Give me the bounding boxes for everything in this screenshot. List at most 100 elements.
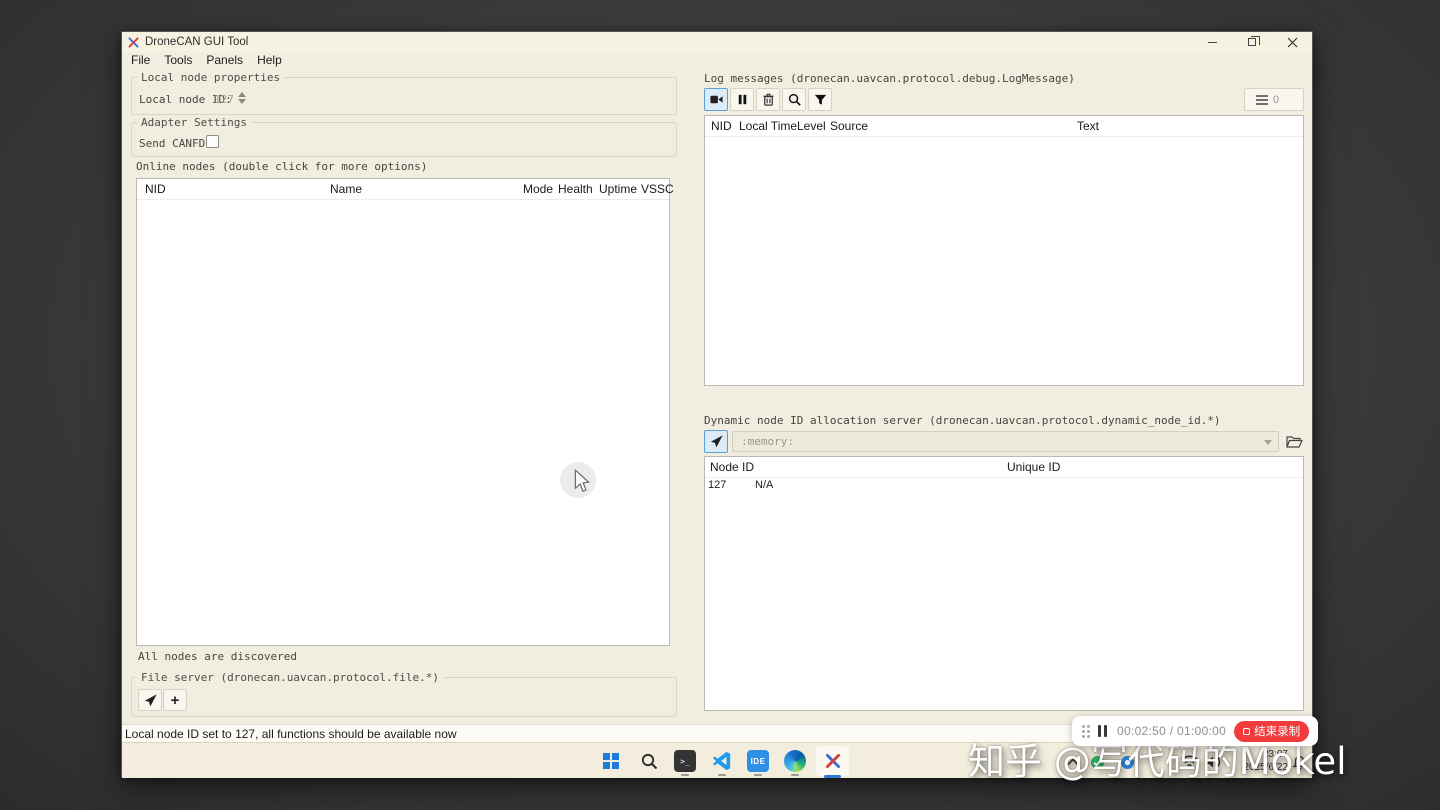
local-node-id-value: 127 <box>214 93 234 106</box>
folder-open-icon <box>1285 436 1303 448</box>
log-counter-value: 0 <box>1273 93 1280 106</box>
col-uptime: Uptime <box>599 182 638 196</box>
col-log-nid: NID <box>711 119 732 133</box>
col-text: Text <box>1077 119 1100 133</box>
log-pause-button[interactable] <box>730 88 754 111</box>
rocket-icon <box>144 693 157 706</box>
taskbar-edge-button[interactable] <box>783 749 807 773</box>
log-filter-button[interactable] <box>808 88 832 111</box>
running-app-indicator <box>791 774 799 776</box>
taskbar-start-button[interactable] <box>599 749 623 773</box>
running-app-indicator <box>681 774 689 776</box>
menu-file[interactable]: File <box>124 52 157 68</box>
filter-icon <box>814 94 826 105</box>
adapter-settings-group: Adapter Settings Send CANFD: <box>131 116 677 157</box>
menu-help[interactable]: Help <box>250 52 289 68</box>
spinner-up-icon <box>237 92 246 97</box>
menu-panels[interactable]: Panels <box>199 52 250 68</box>
col-level: Level <box>797 119 826 133</box>
plus-icon: + <box>170 691 180 709</box>
col-health: Health <box>558 182 593 196</box>
mouse-cursor-icon <box>574 469 590 492</box>
menu-tools[interactable]: Tools <box>157 52 199 68</box>
close-icon <box>1287 37 1297 47</box>
alloc-row-unique-id: N/A <box>755 479 774 491</box>
search-icon <box>641 753 658 770</box>
file-server-group: File server (dronecan.uavcan.protocol.fi… <box>131 671 677 717</box>
send-canfd-checkbox[interactable] <box>206 135 219 148</box>
video-camera-icon <box>709 95 723 104</box>
dronecan-app-icon <box>825 753 840 769</box>
recorder-timer: 00:02:50 / 01:00:00 <box>1117 724 1227 738</box>
log-clear-button[interactable] <box>756 88 780 111</box>
log-messages-table[interactable]: NID Local Time Level Source Text <box>704 115 1304 386</box>
alloc-server-title: Dynamic node ID allocation server (drone… <box>704 414 1221 427</box>
running-app-indicator <box>718 774 726 776</box>
file-server-start-button[interactable] <box>138 689 162 711</box>
restore-icon <box>1248 36 1260 46</box>
drag-handle-icon[interactable] <box>1082 724 1090 738</box>
online-nodes-table[interactable]: NID Name Mode Health Uptime VSSC <box>136 178 674 646</box>
alloc-start-button[interactable] <box>704 430 728 453</box>
minimize-icon <box>1207 41 1217 43</box>
alloc-db-value: :memory: <box>741 435 794 448</box>
file-server-add-button[interactable]: + <box>163 689 187 711</box>
col-nid: NID <box>145 182 166 196</box>
terminal-icon: >_ <box>674 750 696 772</box>
col-name: Name <box>330 182 363 196</box>
taskbar-dronecan-button[interactable] <box>816 746 849 776</box>
alloc-row-node-id: 127 <box>708 479 727 491</box>
minimize-button[interactable] <box>1192 32 1232 52</box>
log-search-button[interactable] <box>782 88 806 111</box>
taskbar-vscode-button[interactable] <box>710 749 734 773</box>
windows-logo-icon <box>603 753 619 769</box>
list-icon <box>1256 94 1268 105</box>
local-node-id-spinner[interactable] <box>236 91 247 105</box>
restore-button[interactable] <box>1232 32 1272 52</box>
taskbar-ide-button[interactable]: IDE <box>746 749 770 773</box>
alloc-open-db-button[interactable] <box>1283 430 1305 452</box>
alloc-table[interactable]: Node ID Unique ID 127 N/A <box>704 456 1304 711</box>
log-counter-button[interactable]: 0 <box>1244 88 1304 111</box>
close-button[interactable] <box>1272 32 1312 52</box>
window-title: DroneCAN GUI Tool <box>145 36 249 48</box>
col-local-time: Local Time <box>739 119 798 133</box>
taskbar-search-button[interactable] <box>637 749 661 773</box>
local-node-properties-group: Local node properties Local node ID: 127 <box>131 71 677 115</box>
nodes-discovered-status: All nodes are discovered <box>138 650 297 663</box>
recorder-pause-button[interactable] <box>1098 725 1107 737</box>
online-nodes-title: Online nodes (double click for more opti… <box>136 160 428 173</box>
log-messages-title: Log messages (dronecan.uavcan.protocol.d… <box>704 72 1075 85</box>
online-nodes-header: NID Name Mode Health Uptime VSSC <box>137 179 674 200</box>
log-record-button[interactable] <box>704 88 728 111</box>
alloc-db-combobox[interactable]: :memory: <box>732 431 1279 452</box>
col-mode: Mode <box>523 182 554 196</box>
dronecan-app-icon <box>128 36 139 48</box>
log-table-header: NID Local Time Level Source Text <box>705 116 1303 137</box>
local-node-properties-title: Local node properties <box>137 71 285 84</box>
recorder-stop-button[interactable]: 结束录制 <box>1234 720 1310 742</box>
col-source: Source <box>830 119 869 133</box>
windows-desktop: DroneCAN GUI Tool File Tools Panels Help… <box>121 31 1313 778</box>
vscode-icon <box>712 751 731 771</box>
col-unique-id: Unique ID <box>1007 460 1061 474</box>
stop-icon <box>1243 727 1251 735</box>
pause-icon <box>738 94 746 105</box>
edge-browser-icon <box>784 750 806 772</box>
col-node-id: Node ID <box>710 460 755 474</box>
screen-recorder-bar: 00:02:50 / 01:00:00 结束录制 <box>1072 716 1318 746</box>
adapter-settings-title: Adapter Settings <box>137 116 251 129</box>
chevron-down-icon <box>1264 440 1272 445</box>
taskbar-terminal-button[interactable]: >_ <box>673 749 697 773</box>
running-app-indicator <box>754 774 762 776</box>
menu-bar: File Tools Panels Help <box>122 52 1312 68</box>
alloc-table-header: Node ID Unique ID <box>705 457 1303 478</box>
col-vssc: VSSC <box>641 182 674 196</box>
search-icon <box>788 93 801 106</box>
alloc-table-row[interactable]: 127 N/A <box>705 479 1303 494</box>
trash-icon <box>762 93 774 106</box>
send-canfd-label: Send CANFD: <box>139 137 212 150</box>
status-text: Local node ID set to 127, all functions … <box>125 727 457 741</box>
ide-icon: IDE <box>747 750 769 772</box>
file-server-title: File server (dronecan.uavcan.protocol.fi… <box>137 671 444 684</box>
